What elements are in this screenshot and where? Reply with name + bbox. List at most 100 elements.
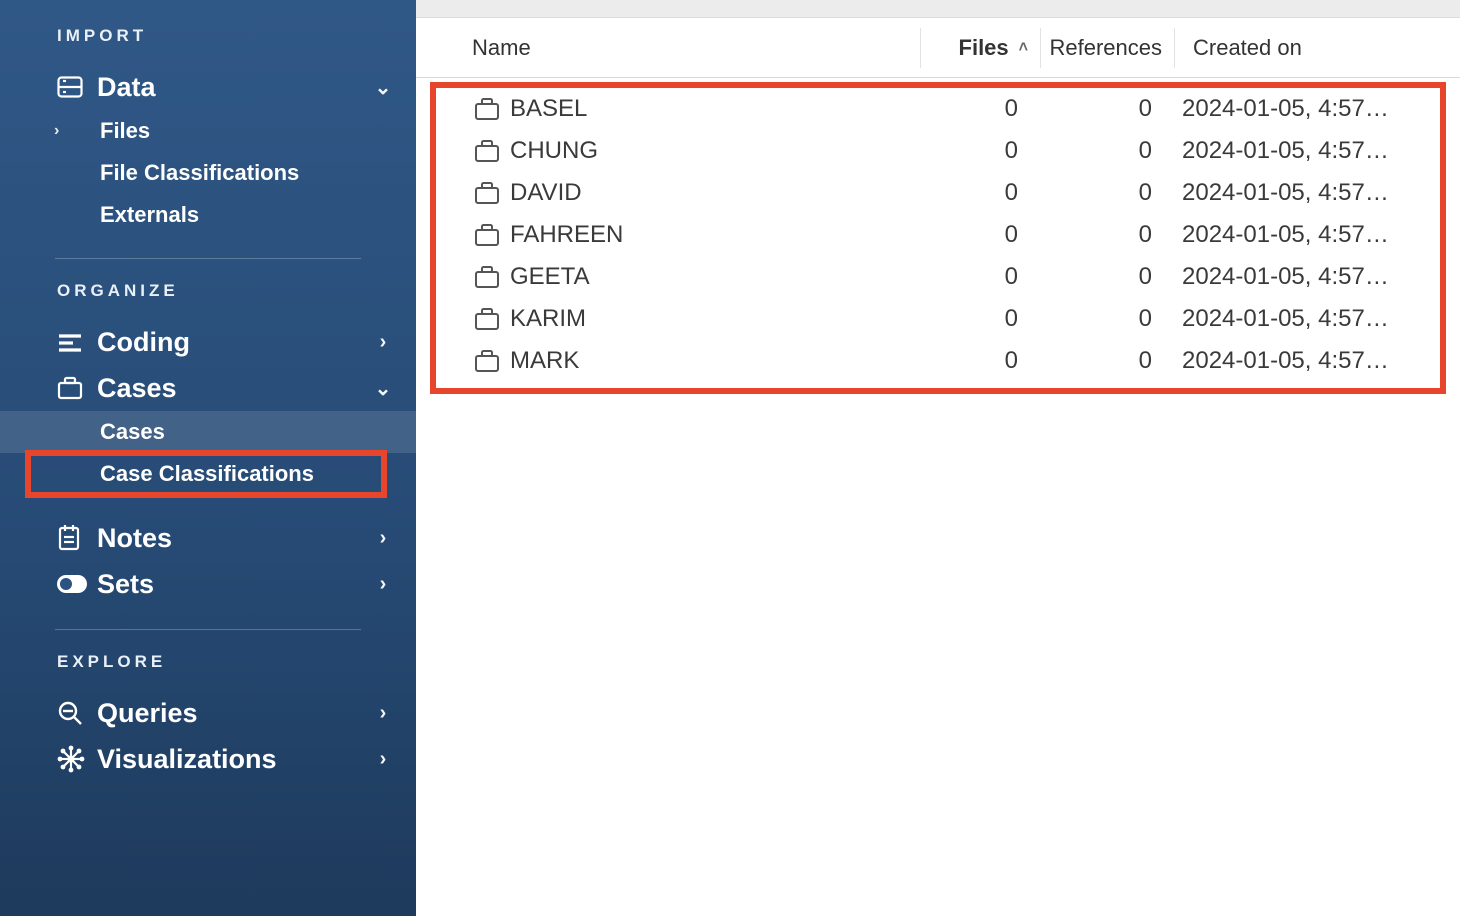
cell-files: 0 (916, 221, 1036, 249)
nav-item-label: Queries (97, 698, 370, 729)
case-icon (474, 139, 500, 163)
nav-sub-cases[interactable]: Cases (0, 411, 416, 453)
case-icon (474, 349, 500, 373)
chevron-right-icon: › (370, 748, 396, 771)
col-header-label: Created on (1193, 35, 1302, 61)
nav-sub-label: Files (100, 118, 150, 144)
col-header-label: Files (959, 35, 1009, 61)
cell-refs: 0 (1036, 137, 1170, 165)
col-header-label: References (1049, 35, 1162, 61)
cases-table: Name Files ˄ References Created on (416, 18, 1460, 394)
table-body-highlight: BASEL 0 0 2024-01-05, 4:57… CHUNG 0 0 20… (430, 82, 1446, 394)
cell-files: 0 (916, 263, 1036, 291)
col-header-label: Name (472, 35, 531, 61)
coding-icon (57, 331, 97, 353)
nav-item-queries[interactable]: Queries › (0, 690, 416, 736)
nav-item-label: Cases (97, 373, 370, 404)
cell-created: 2024-01-05, 4:57… (1170, 179, 1440, 207)
nav-item-notes[interactable]: Notes › (0, 515, 416, 561)
chevron-right-icon: › (370, 702, 396, 725)
nav-item-label: Sets (97, 569, 370, 600)
col-header-files[interactable]: Files ˄ (921, 28, 1041, 68)
cell-name: MARK (510, 347, 579, 375)
sets-icon (57, 575, 97, 593)
nav-item-label: Data (97, 72, 370, 103)
nav-item-cases[interactable]: Cases ⌄ (0, 365, 416, 411)
cell-refs: 0 (1036, 347, 1170, 375)
table-row[interactable]: MARK 0 0 2024-01-05, 4:57… (436, 340, 1440, 382)
case-icon (474, 97, 500, 121)
cell-files: 0 (916, 95, 1036, 123)
case-icon (474, 181, 500, 205)
cell-refs: 0 (1036, 305, 1170, 333)
toolbar-strip (416, 0, 1460, 18)
cell-refs: 0 (1036, 221, 1170, 249)
notes-icon (57, 525, 97, 551)
col-header-created[interactable]: Created on (1175, 28, 1460, 68)
chevron-down-icon: ⌄ (370, 376, 396, 401)
cell-created: 2024-01-05, 4:57… (1170, 263, 1440, 291)
table-row[interactable]: BASEL 0 0 2024-01-05, 4:57… (436, 88, 1440, 130)
nav-sub-case-classifications[interactable]: Case Classifications (0, 453, 416, 495)
case-icon (474, 265, 500, 289)
cell-files: 0 (916, 305, 1036, 333)
table-header: Name Files ˄ References Created on (416, 18, 1460, 78)
cell-created: 2024-01-05, 4:57… (1170, 95, 1440, 123)
main-panel: Name Files ˄ References Created on (416, 0, 1460, 916)
nav-sub-label: Case Classifications (100, 461, 314, 487)
divider (55, 258, 361, 259)
chevron-right-icon: › (370, 573, 396, 596)
nav-item-sets[interactable]: Sets › (0, 561, 416, 607)
nav-sub-label: File Classifications (100, 160, 299, 186)
nav-sub-files[interactable]: › Files (0, 110, 416, 152)
cell-created: 2024-01-05, 4:57… (1170, 347, 1440, 375)
cases-icon (57, 376, 97, 400)
cell-created: 2024-01-05, 4:57… (1170, 137, 1440, 165)
nav-sub-label: Externals (100, 202, 199, 228)
cell-name: FAHREEN (510, 221, 623, 249)
cell-created: 2024-01-05, 4:57… (1170, 305, 1440, 333)
col-header-references[interactable]: References (1041, 28, 1175, 68)
data-icon (57, 76, 97, 98)
table-row[interactable]: DAVID 0 0 2024-01-05, 4:57… (436, 172, 1440, 214)
nav-sub-label: Cases (100, 419, 165, 445)
table-row[interactable]: FAHREEN 0 0 2024-01-05, 4:57… (436, 214, 1440, 256)
col-header-name[interactable]: Name (416, 28, 921, 68)
section-label-explore: EXPLORE (0, 652, 416, 690)
sort-asc-icon: ˄ (1019, 39, 1028, 57)
cell-refs: 0 (1036, 95, 1170, 123)
cell-files: 0 (916, 347, 1036, 375)
table-row[interactable]: CHUNG 0 0 2024-01-05, 4:57… (436, 130, 1440, 172)
case-icon (474, 307, 500, 331)
queries-icon (57, 700, 97, 726)
chevron-right-icon: › (370, 527, 396, 550)
cell-refs: 0 (1036, 263, 1170, 291)
case-icon (474, 223, 500, 247)
section-label-import: IMPORT (0, 26, 416, 64)
nav-item-visualizations[interactable]: Visualizations › (0, 736, 416, 782)
table-row[interactable]: GEETA 0 0 2024-01-05, 4:57… (436, 256, 1440, 298)
visualizations-icon (57, 745, 97, 773)
cell-refs: 0 (1036, 179, 1170, 207)
nav-item-label: Notes (97, 523, 370, 554)
divider (55, 629, 361, 630)
cell-name: BASEL (510, 95, 587, 123)
nav-item-coding[interactable]: Coding › (0, 319, 416, 365)
nav-sub-externals[interactable]: Externals (0, 194, 416, 236)
cell-name: CHUNG (510, 137, 598, 165)
chevron-down-icon: ⌄ (370, 75, 396, 100)
section-label-organize: ORGANIZE (0, 281, 416, 319)
sidebar: IMPORT Data ⌄ › Files File Classificatio… (0, 0, 416, 916)
nav-sub-file-classifications[interactable]: File Classifications (0, 152, 416, 194)
cell-files: 0 (916, 137, 1036, 165)
cell-files: 0 (916, 179, 1036, 207)
cell-created: 2024-01-05, 4:57… (1170, 221, 1440, 249)
cell-name: DAVID (510, 179, 582, 207)
nav-item-data[interactable]: Data ⌄ (0, 64, 416, 110)
table-row[interactable]: KARIM 0 0 2024-01-05, 4:57… (436, 298, 1440, 340)
nav-item-label: Visualizations (97, 744, 370, 775)
cell-name: GEETA (510, 263, 590, 291)
nav-item-label: Coding (97, 327, 370, 358)
chevron-right-icon: › (370, 331, 396, 354)
chevron-right-icon: › (54, 122, 59, 140)
